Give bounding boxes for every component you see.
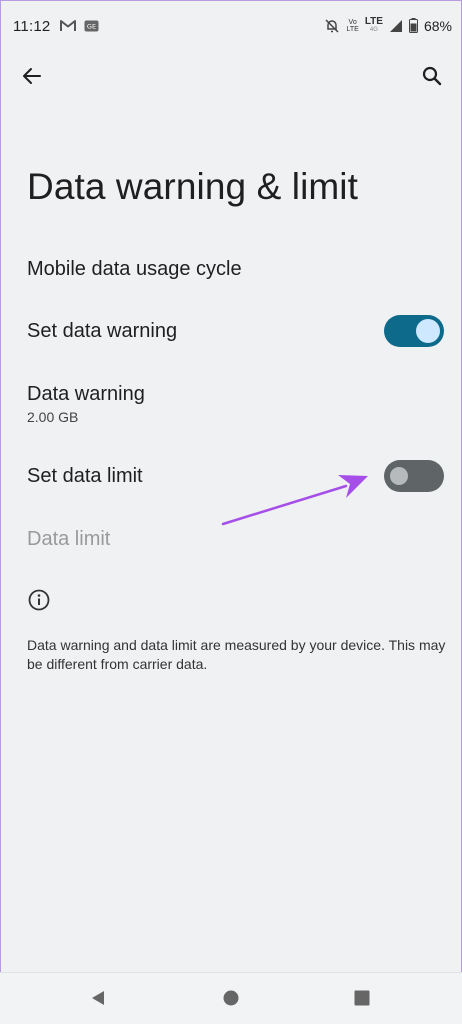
nav-recents-button[interactable] (351, 987, 373, 1009)
search-icon (422, 66, 442, 86)
battery-icon (408, 18, 418, 33)
set-data-warning-row[interactable]: Set data warning (0, 306, 462, 358)
status-bar: 11:12 GE Vo LTE LTE 4G 68% (0, 0, 462, 56)
nav-back-button[interactable] (87, 987, 109, 1009)
data-warning-row[interactable]: Data warning 2.00 GB (0, 370, 462, 430)
gmail-icon (60, 20, 76, 31)
data-warning-value: 2.00 GB (27, 409, 79, 425)
navigation-bar (0, 972, 462, 1024)
square-recents-icon (354, 990, 370, 1006)
data-limit-label: Data limit (27, 528, 111, 550)
set-data-warning-toggle[interactable] (384, 315, 444, 347)
page-title: Data warning & limit (27, 166, 359, 207)
toggle-knob (390, 467, 408, 485)
nav-home-button[interactable] (220, 987, 242, 1009)
bell-off-icon (325, 18, 340, 33)
mobile-data-usage-cycle-row[interactable]: Mobile data usage cycle (0, 244, 462, 296)
data-measurement-info: Data warning and data limit are measured… (27, 637, 446, 672)
notification-badge-icon: GE (84, 20, 99, 31)
signal-icon (389, 19, 402, 32)
status-right-icons: Vo LTE LTE 4G 68% (324, 17, 452, 34)
data-limit-row: Data limit (0, 514, 462, 566)
set-data-limit-toggle[interactable] (384, 460, 444, 492)
back-button[interactable] (16, 60, 48, 92)
circle-home-icon (223, 990, 239, 1006)
set-data-limit-label: Set data limit (27, 465, 143, 487)
set-data-limit-row[interactable]: Set data limit (0, 450, 462, 502)
status-notification-icons: GE (60, 19, 99, 32)
set-data-warning-label: Set data warning (27, 320, 178, 342)
search-button[interactable] (416, 60, 448, 92)
lte-indicator: LTE 4G (364, 16, 383, 34)
info-icon (28, 589, 50, 611)
data-warning-label: Data warning (27, 383, 145, 405)
triangle-back-icon (92, 991, 104, 1005)
svg-text:GE: GE (87, 22, 96, 30)
screen-frame (0, 0, 462, 1024)
usage-cycle-label: Mobile data usage cycle (27, 258, 242, 280)
battery-percent: 68% (423, 17, 452, 34)
status-time: 11:12 (13, 18, 51, 35)
volte-indicator: Vo LTE (346, 18, 359, 33)
arrow-back-icon (23, 68, 41, 84)
toggle-knob (416, 319, 440, 343)
